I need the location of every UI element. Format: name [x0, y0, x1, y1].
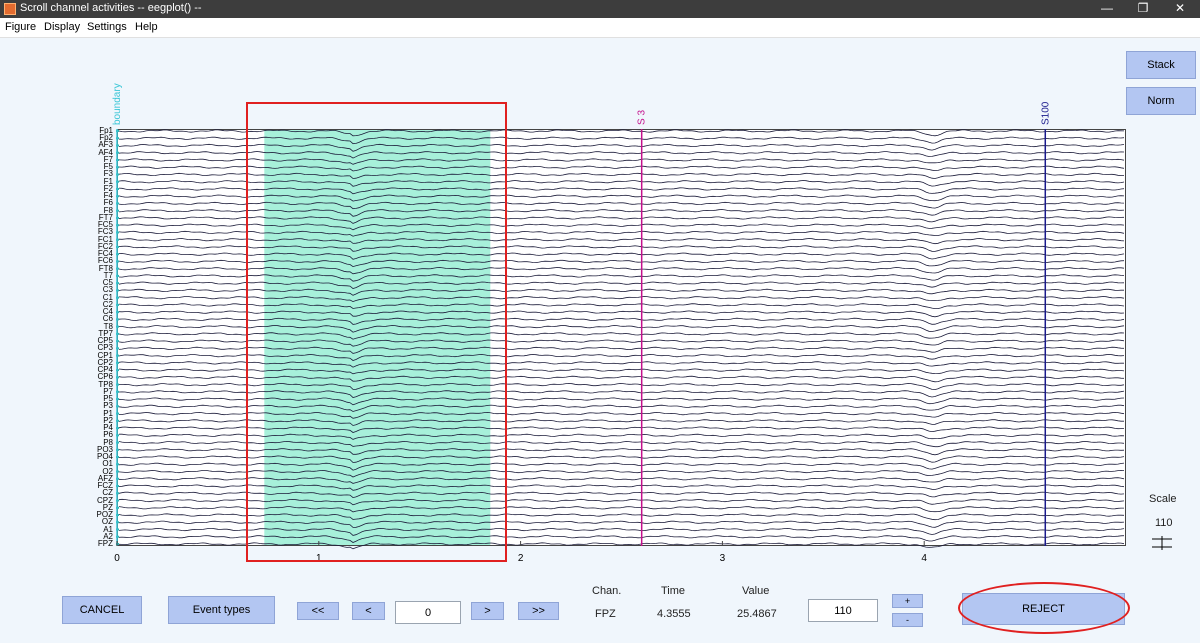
event-marker-label: S100: [1040, 101, 1051, 125]
x-tick-label: 4: [921, 553, 927, 564]
prev-button[interactable]: <: [352, 602, 385, 620]
scale-minus-button[interactable]: -: [892, 613, 923, 627]
scale-plus-button[interactable]: +: [892, 594, 923, 608]
chan-label: Chan.: [592, 585, 622, 597]
event-marker-label: S 3: [637, 110, 648, 125]
highlight-rectangle: [246, 102, 507, 562]
event-marker-label: boundary: [112, 83, 123, 125]
chan-value: FPZ: [595, 608, 616, 620]
time-value: 4.3555: [657, 608, 691, 620]
x-tick-label: 0: [114, 553, 120, 564]
time-label: Time: [661, 585, 686, 597]
reject-highlight-ellipse: [958, 582, 1130, 634]
scale-input[interactable]: 110: [808, 599, 878, 622]
prev-page-button[interactable]: <<: [297, 602, 339, 620]
next-page-button[interactable]: >>: [518, 602, 559, 620]
event-types-button[interactable]: Event types: [168, 596, 275, 624]
value-label: Value: [742, 585, 770, 597]
position-input[interactable]: 0: [395, 601, 461, 624]
value-value: 25.4867: [737, 608, 777, 620]
cancel-button[interactable]: CANCEL: [62, 596, 142, 624]
next-button[interactable]: >: [471, 602, 504, 620]
x-tick-label: 3: [720, 553, 726, 564]
x-tick-label: 2: [518, 553, 524, 564]
eeg-traces: boundary S 3 S1000 1 2 3 4: [112, 83, 1125, 564]
